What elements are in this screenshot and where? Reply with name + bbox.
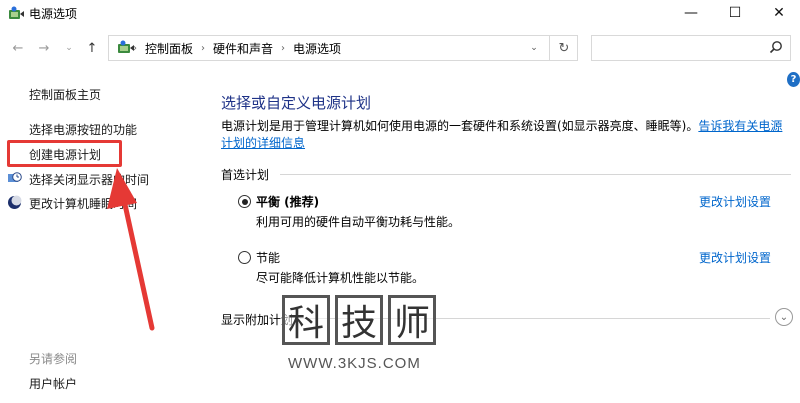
plan-balanced-name[interactable]: 平衡 (推荐) [256,193,319,210]
sidebar-item-display-off-time[interactable]: 选择关闭显示器的时间 [29,171,149,188]
chevron-down-icon: ⌄ [779,311,789,323]
address-bar[interactable]: › 控制面板 › 硬件和声音 › 电源选项 [108,35,578,61]
maximize-button[interactable]: ☐ [715,0,755,26]
breadcrumb-item-power-options[interactable]: 电源选项 [293,40,341,57]
see-also-heading: 另请参阅 [29,352,78,366]
sidebar-item-sleep-time[interactable]: 更改计算机睡眠时间 [29,195,137,212]
breadcrumb-separator[interactable]: › [201,43,205,54]
up-button[interactable]: ↑ [83,39,101,57]
breadcrumb-separator[interactable]: › [281,43,285,54]
sidebar-item-control-panel-home[interactable]: 控制面板主页 [29,86,101,103]
preferred-plans-heading: 首选计划 [221,168,270,182]
recent-locations-button[interactable]: ⌄ [60,39,78,57]
page-title: 选择或自定义电源计划 [221,94,372,112]
refresh-button[interactable]: ↻ [549,35,578,61]
up-arrow-icon: ↑ [86,40,98,56]
help-glyph: ? [790,74,797,85]
minimize-icon: — [684,5,698,21]
close-button[interactable]: ✕ [759,0,799,26]
chevron-down-icon: ⌄ [65,43,73,53]
plan-power-saver-change-settings-link[interactable]: 更改计划设置 [699,249,771,266]
forward-button[interactable]: → [35,39,53,57]
description-text: 电源计划是用于管理计算机如何使用电源的一套硬件和系统设置(如显示器亮度、睡眠等)… [221,119,699,133]
forward-arrow-icon: → [38,40,50,56]
control-panel-icon [118,40,134,53]
back-button[interactable]: ← [9,39,27,57]
search-input[interactable] [591,35,791,61]
plan-power-saver-radio[interactable] [238,251,251,264]
expand-additional-plans-button[interactable]: ⌄ [775,308,793,326]
plan-balanced-description: 利用可用的硬件自动平衡功耗与性能。 [256,215,461,229]
sidebar-item-power-buttons[interactable]: 选择电源按钮的功能 [29,121,137,138]
breadcrumb-separator: › [133,43,137,54]
watermark-char-2: 技 [335,295,383,345]
plan-balanced-change-settings-link[interactable]: 更改计划设置 [699,193,771,210]
page-description: 电源计划是用于管理计算机如何使用电源的一套硬件和系统设置(如显示器亮度、睡眠等)… [221,118,791,152]
minimize-button[interactable]: — [671,0,711,26]
chevron-down-icon: ⌄ [530,43,538,53]
address-dropdown-button[interactable]: ⌄ [526,40,542,56]
watermark-url: WWW.3KJS.COM [288,355,421,372]
annotation-highlight-box [7,140,122,167]
sidebar-item-user-accounts[interactable]: 用户帐户 [29,375,77,392]
title-bar: 电源选项 — ☐ ✕ [0,0,800,28]
plan-power-saver-description: 尽可能降低计算机性能以节能。 [256,271,425,285]
plan-balanced-radio[interactable] [238,195,251,208]
watermark-char-1: 科 [282,295,330,345]
breadcrumb-item-hardware-sound[interactable]: 硬件和声音 [213,40,273,57]
breadcrumb: › 控制面板 › 硬件和声音 › 电源选项 [133,40,341,57]
help-icon[interactable]: ? [787,72,800,87]
moon-icon [8,195,22,209]
section-divider [280,174,791,175]
power-options-icon [9,6,24,19]
watermark: 科 技 师 WWW.3KJS.COM [282,295,437,375]
watermark-char-3: 师 [388,295,436,345]
maximize-icon: ☐ [728,5,742,21]
back-arrow-icon: ← [12,40,24,56]
breadcrumb-item-control-panel[interactable]: 控制面板 [145,40,193,57]
plan-power-saver-name[interactable]: 节能 [256,249,280,266]
clock-monitor-icon [8,172,22,182]
close-icon: ✕ [773,5,785,21]
window-title: 电源选项 [29,7,78,21]
search-icon [769,41,782,54]
refresh-icon: ↻ [558,40,570,56]
